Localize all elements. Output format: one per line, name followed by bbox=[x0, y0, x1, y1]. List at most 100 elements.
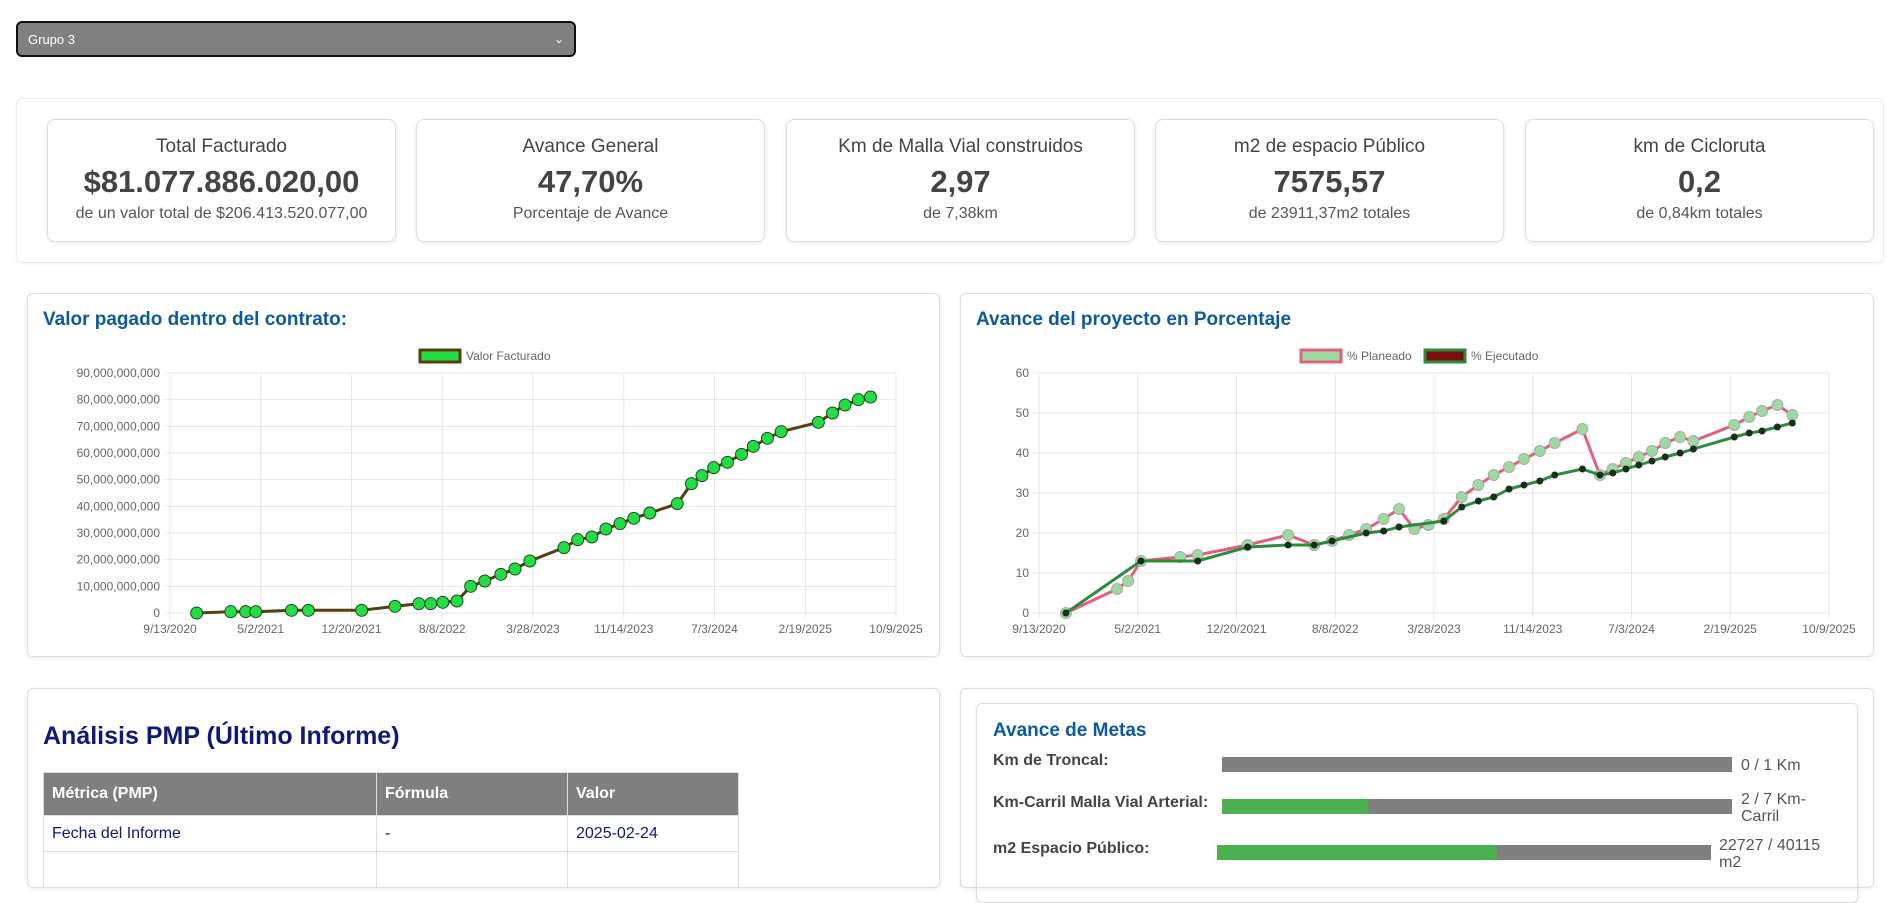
data-point bbox=[1745, 429, 1753, 437]
data-point bbox=[436, 595, 450, 609]
table-cell bbox=[376, 851, 568, 888]
column-header: Valor bbox=[567, 772, 739, 816]
x-tick-label: 7/3/2024 bbox=[1608, 622, 1655, 636]
y-tick-label: 70,000,000,000 bbox=[77, 419, 161, 433]
y-tick-label: 10 bbox=[1016, 566, 1030, 580]
kpi-value: 7575,57 bbox=[1273, 164, 1386, 199]
data-point bbox=[643, 506, 657, 520]
valor-pagado-chart-card: Valor pagado dentro del contrato: 0 10,00… bbox=[27, 293, 940, 657]
data-point bbox=[1576, 423, 1589, 435]
data-point bbox=[1687, 435, 1700, 447]
data-point bbox=[1548, 437, 1561, 449]
meta-label: Km-Carril Malla Vial Arterial: bbox=[993, 794, 1209, 811]
data-point bbox=[1520, 481, 1528, 489]
y-tick-label: 90,000,000,000 bbox=[77, 366, 161, 380]
x-tick-label: 10/9/2025 bbox=[869, 622, 923, 636]
y-tick-label: 0 bbox=[1022, 606, 1029, 620]
data-point bbox=[1458, 503, 1466, 511]
meta-row-troncal: Km de Troncal: 0 / 1 Km bbox=[993, 752, 1853, 782]
group-select-value: Grupo 3 bbox=[28, 31, 75, 47]
data-point bbox=[508, 562, 522, 576]
data-point bbox=[1244, 543, 1252, 551]
table-cell: Fecha del Informe bbox=[43, 815, 377, 852]
column-header: Métrica (PMP) bbox=[43, 772, 377, 816]
table-cell: 2025-02-24 bbox=[567, 815, 739, 852]
data-point bbox=[1756, 405, 1769, 417]
data-point bbox=[1758, 427, 1766, 435]
data-point bbox=[1377, 513, 1390, 525]
data-point bbox=[450, 594, 464, 608]
y-tick-label: 10,000,000,000 bbox=[77, 579, 161, 593]
data-point bbox=[1395, 523, 1403, 531]
data-point bbox=[774, 425, 788, 439]
data-point bbox=[1674, 431, 1687, 443]
meta-label: m2 Espacio Público: bbox=[993, 840, 1150, 857]
y-tick-label: 60,000,000,000 bbox=[77, 446, 161, 460]
data-point bbox=[1676, 449, 1684, 457]
data-point bbox=[1393, 503, 1406, 515]
metas-card: Avance de Metas Km de Troncal: 0 / 1 Km … bbox=[976, 703, 1858, 903]
data-point bbox=[1490, 493, 1498, 501]
data-point bbox=[1505, 485, 1513, 493]
kpi-value: $81.077.886.020,00 bbox=[83, 164, 360, 199]
data-point bbox=[1111, 583, 1124, 595]
group-select-wrapper: Grupo 3 ⌄ bbox=[16, 21, 576, 57]
data-point bbox=[1771, 399, 1784, 411]
x-tick-label: 11/14/2023 bbox=[1503, 622, 1562, 636]
pmp-analysis-card: Análisis PMP (Último Informe) Métrica (P… bbox=[27, 688, 940, 888]
data-point bbox=[388, 599, 402, 613]
kpi-value: 2,97 bbox=[930, 164, 991, 199]
data-point bbox=[412, 597, 426, 611]
data-point bbox=[1194, 557, 1202, 565]
kpi-espacio-publico: m2 de espacio Público 7575,57 de 23911,3… bbox=[1155, 119, 1504, 242]
x-tick-label: 7/3/2024 bbox=[691, 622, 738, 636]
metas-outer-card: Avance de Metas Km de Troncal: 0 / 1 Km … bbox=[960, 688, 1874, 903]
meta-progress-bar bbox=[1217, 845, 1711, 860]
legend-swatch bbox=[1423, 348, 1467, 364]
data-point bbox=[557, 541, 571, 555]
data-point bbox=[464, 579, 478, 593]
kpi-subtitle: de 0,84km totales bbox=[1636, 205, 1763, 222]
data-point bbox=[707, 461, 721, 475]
data-point bbox=[695, 469, 709, 483]
meta-progress-fill bbox=[1217, 845, 1497, 860]
x-tick-label: 9/13/2020 bbox=[143, 622, 197, 636]
data-point bbox=[1380, 527, 1388, 535]
data-point bbox=[864, 390, 878, 404]
x-tick-label: 12/20/2021 bbox=[1206, 622, 1266, 636]
data-point bbox=[1518, 453, 1531, 465]
legend-label: Valor Facturado bbox=[466, 349, 551, 363]
kpi-value: 0,2 bbox=[1677, 164, 1722, 199]
kpi-title: Avance General bbox=[522, 136, 659, 157]
meta-value: 22727 / 40115 m2 bbox=[1719, 837, 1821, 871]
kpi-value: 47,70% bbox=[537, 164, 644, 199]
kpi-subtitle: de 7,38km bbox=[923, 205, 998, 222]
meta-progress-bar bbox=[1222, 757, 1732, 772]
y-tick-label: 30,000,000,000 bbox=[77, 526, 161, 540]
data-point bbox=[1635, 461, 1643, 469]
data-point bbox=[1578, 465, 1586, 473]
y-tick-label: 50 bbox=[1016, 406, 1030, 420]
data-point bbox=[1474, 497, 1482, 505]
group-select[interactable]: Grupo 3 ⌄ bbox=[16, 21, 576, 57]
data-point bbox=[811, 415, 825, 429]
data-point bbox=[1609, 469, 1617, 477]
kpi-title: Km de Malla Vial construidos bbox=[838, 136, 1083, 157]
pmp-title: Análisis PMP (Último Informe) bbox=[43, 722, 400, 750]
data-point bbox=[1487, 469, 1500, 481]
data-point bbox=[1632, 451, 1645, 463]
data-point bbox=[190, 606, 204, 620]
chevron-down-icon: ⌄ bbox=[553, 32, 564, 46]
table-header-row: Métrica (PMP) Fórmula Valor bbox=[43, 772, 739, 816]
x-tick-label: 5/2/2021 bbox=[237, 622, 284, 636]
data-point bbox=[1455, 491, 1468, 503]
x-tick-label: 5/2/2021 bbox=[1114, 622, 1161, 636]
data-point bbox=[1786, 409, 1799, 421]
data-point bbox=[1728, 419, 1741, 431]
kpi-title: Total Facturado bbox=[156, 136, 287, 157]
table-row bbox=[43, 851, 739, 888]
data-point bbox=[1648, 457, 1656, 465]
table-row: Fecha del Informe - 2025-02-24 bbox=[43, 815, 739, 852]
y-tick-label: 0 bbox=[153, 606, 160, 620]
kpi-avance-general: Avance General 47,70% Porcentaje de Avan… bbox=[416, 119, 765, 242]
